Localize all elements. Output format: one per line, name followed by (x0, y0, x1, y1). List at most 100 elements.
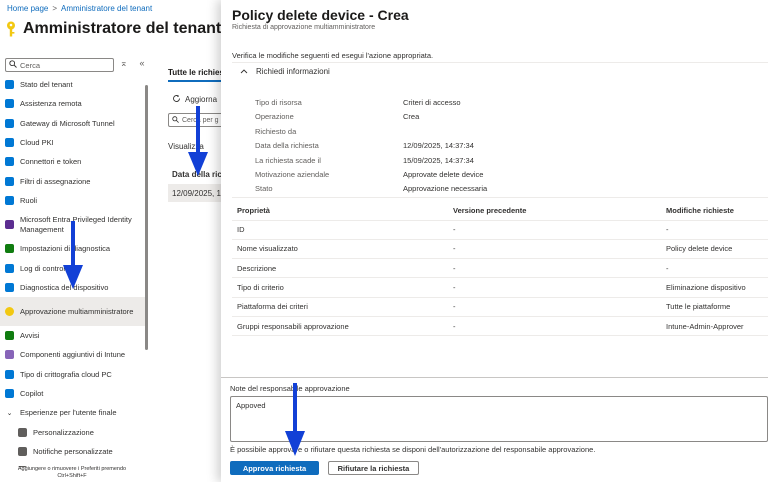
column-header-property: Proprietà (232, 201, 448, 221)
search-icon (172, 115, 179, 125)
info-row: Tipo di risorsa Criteri di accesso (255, 98, 461, 107)
sidebar-item-label: Stato del tenant (20, 80, 73, 90)
sidebar-item-cloud-pki[interactable]: Cloud PKI (0, 133, 148, 152)
breadcrumb-separator: > (52, 4, 58, 13)
sidebar-item-status[interactable]: Stato del tenant (0, 75, 148, 94)
info-value: Approvazione necessaria (403, 184, 488, 194)
table-row: Piattaforma dei criteri - Tutte le piattaf… (232, 297, 768, 317)
alerts-icon (5, 331, 14, 341)
view-label: Visualizza (168, 142, 204, 151)
info-row: La richiesta scade il 15/09/2025, 14:37:3… (255, 156, 474, 165)
info-value: Criteri di accesso (403, 98, 461, 107)
page-header: Amministratore del tenant | Ap (5, 20, 255, 38)
key-icon (5, 21, 17, 37)
tab-underline (168, 80, 228, 82)
diagnostic-settings-icon (5, 244, 14, 254)
sidebar-item-label: Tipo di crittografia cloud PC (20, 369, 112, 379)
approval-panel: Policy delete device - Crea Richiesta di… (221, 0, 768, 482)
sidebar-item-label: Ruoli (20, 195, 38, 205)
info-row: Richiesto da (255, 127, 403, 136)
breadcrumb-home-link[interactable]: Home page (7, 4, 48, 13)
sidebar-item-filter[interactable]: Filtri di assegnazione (0, 171, 148, 190)
info-key: Motivazione aziendale (255, 170, 330, 179)
table-cell: Policy delete device (661, 239, 768, 260)
sidebar-scrollbar[interactable] (145, 85, 148, 350)
sidebar-item-tunnel[interactable]: Gateway di Microsoft Tunnel (0, 114, 148, 133)
sidebar-item-chevron-down[interactable]: ⌄ Esperienze per l'utente finale (0, 403, 148, 422)
sidebar-item-label: Diagnostica del dispositivo (20, 282, 109, 292)
tab-all-requests[interactable]: Tutte le richies (168, 68, 224, 77)
sidebar-item-remote-assist[interactable]: Assistenza remota (0, 94, 148, 113)
table-row: Nome visualizzato - Policy delete device (232, 239, 768, 260)
sidebar-item-copilot[interactable]: Copilot (0, 384, 148, 403)
table-cell: - (448, 258, 661, 279)
sidebar-item-label: Avvisi (20, 331, 40, 341)
sidebar-item-roles[interactable]: Ruoli (0, 191, 148, 210)
sidebar-item-label: Notifiche personalizzate (33, 446, 113, 456)
info-row: Stato Approvazione necessaria (255, 184, 487, 193)
request-date-cell: 12/09/2025, 14 (172, 188, 226, 198)
approve-request-button[interactable]: Approva richiesta (230, 461, 319, 475)
info-key: La richiesta scade il (255, 155, 321, 165)
approver-notes-field[interactable] (230, 396, 768, 442)
sidebar-item-audit-log[interactable]: Log di controllo (0, 258, 148, 277)
requests-list-area: Tutte le richies Aggiorna Cerca per g Vi… (160, 60, 230, 480)
sidebar-item-key[interactable]: Approvazione multiamministratore (0, 296, 148, 326)
sidebar-item-label: Connettori e token (20, 157, 82, 167)
search-icon (9, 60, 17, 70)
changes-table: Proprietà Versione precedente Modifiche … (232, 201, 768, 337)
info-row: Operazione Crea (255, 112, 419, 121)
sidebar-item-bell[interactable]: Notifiche personalizzate (0, 442, 148, 461)
column-header-requested: Modifiche richieste (661, 201, 768, 221)
breadcrumb: Home page > Amministratore del tenant (7, 4, 152, 13)
sidebar-item-label: Impostazioni di diagnostica (20, 244, 111, 254)
breadcrumb-current-link[interactable]: Amministratore del tenant (61, 4, 152, 13)
search-input[interactable]: Cerca (5, 58, 114, 72)
table-cell: Intune-Admin-Approver (661, 316, 768, 337)
reject-request-button[interactable]: Rifiutare la richiesta (328, 461, 419, 475)
collapse-sidebar-icon[interactable]: « (140, 58, 145, 69)
sidebar-item-alerts[interactable]: Avvisi (0, 326, 148, 345)
table-cell: - (448, 220, 661, 240)
approval-permission-note: È possibile approvare o rifiutare questa… (230, 445, 596, 454)
filter-icon (5, 176, 14, 186)
encryption-icon (5, 369, 14, 379)
panel-footer: Note del responsabile approvazione È pos… (221, 377, 768, 482)
table-row: Gruppi responsabili approvazione - Intune-… (232, 316, 768, 337)
filter-expand-icon[interactable]: ⌅ (120, 58, 128, 69)
info-value: 12/09/2025, 14:37:34 (403, 141, 474, 151)
info-row: Motivazione aziendale Approvate delete de… (255, 170, 483, 179)
info-key: Richiesto da (255, 126, 297, 136)
info-key: Tipo di risorsa (255, 98, 302, 107)
sidebar-item-label: Approvazione multiamministratore (20, 306, 134, 316)
sidebar-item-customization[interactable]: Personalizzazione (0, 422, 148, 441)
sidebar: Stato del tenant Assistenza remota Gateway… (0, 75, 148, 467)
search-placeholder: Cerca (20, 60, 41, 70)
sidebar-item-diagnostic-settings[interactable]: Impostazioni di diagnostica (0, 239, 148, 258)
table-cell: Eliminazione dispositivo (661, 277, 768, 298)
sidebar-item-label: Esperienze per l'utente finale (20, 408, 117, 418)
sidebar-item-device-diagnostics[interactable]: Diagnostica del dispositivo (0, 278, 148, 297)
sidebar-item-addons[interactable]: Componenti aggiuntivi di Intune (0, 345, 148, 364)
sidebar-item-label: Microsoft Entra Privileged Identity Mana… (20, 215, 132, 234)
bell-icon (18, 446, 27, 456)
sidebar-item-encryption[interactable]: Tipo di crittografia cloud PC (0, 365, 148, 384)
column-header-previous: Versione precedente (448, 201, 661, 221)
info-row: Data della richiesta 12/09/2025, 14:37:34 (255, 141, 474, 150)
table-cell: - (448, 297, 661, 317)
sidebar-item-pim[interactable]: Microsoft Entra Privileged Identity Mana… (0, 210, 148, 239)
panel-subtitle: Richiesta di approvazione multiamministr… (232, 24, 376, 31)
info-key: Stato (255, 184, 273, 194)
table-cell: Tutte le piattaforme (661, 297, 768, 317)
refresh-button[interactable]: Aggiorna (172, 94, 217, 105)
table-cell: - (448, 239, 661, 260)
sidebar-item-connector[interactable]: Connettori e token (0, 152, 148, 171)
sidebar-item-label: Copilot (20, 389, 44, 398)
table-cell: Tipo di criterio (232, 277, 448, 298)
device-diagnostics-icon (5, 282, 14, 292)
status-icon (5, 80, 14, 90)
table-cell: - (448, 316, 661, 337)
chevron-up-icon (240, 67, 248, 76)
table-cell: - (448, 277, 661, 298)
request-info-toggle[interactable]: Richiedi informazioni (240, 67, 330, 76)
